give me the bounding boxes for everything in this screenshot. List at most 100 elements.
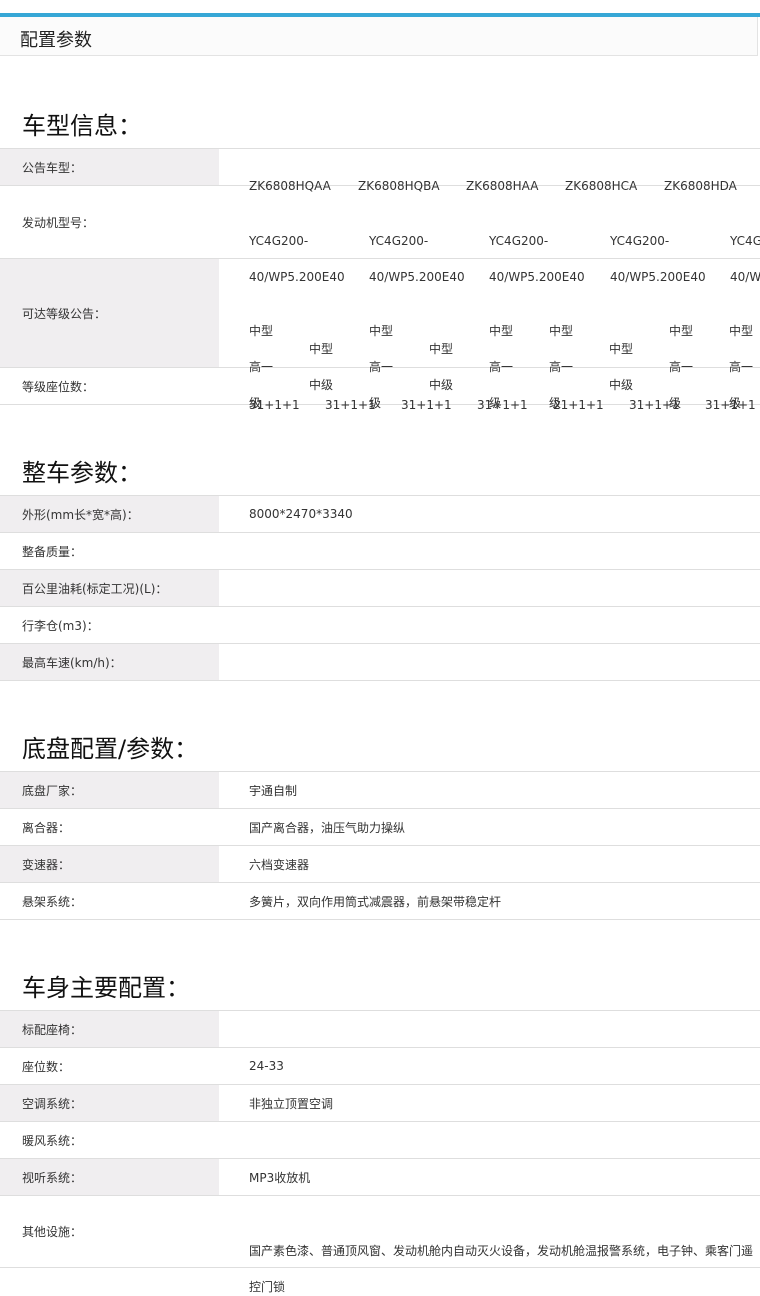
- model-code: ZK6808HCA: [565, 179, 638, 193]
- engine-code: 40/WP5.200E40: [489, 270, 585, 284]
- table-row: 底盘厂家： 宇通自制: [0, 771, 760, 809]
- grade-text: 高一: [489, 360, 514, 374]
- grade-text: 高一: [249, 360, 274, 374]
- row-label: 悬架系统：: [0, 882, 219, 920]
- section-body: 车身主要配置：: [0, 968, 190, 1003]
- row-value: 多簧片，双向作用筒式减震器，前悬架带稳定杆: [219, 882, 760, 920]
- row-label: 离合器：: [0, 808, 219, 846]
- row-label: 标配座椅：: [0, 1010, 219, 1048]
- grade-text: 中型: [549, 324, 574, 338]
- seat-count: 31+1+1: [249, 398, 300, 412]
- table-row: 外形(mm长*宽*高)： 8000*2470*3340: [0, 495, 760, 533]
- page-header: 配置参数: [0, 17, 758, 56]
- row-label: 公告车型：: [0, 148, 219, 186]
- row-label: 外形(mm长*宽*高)：: [0, 495, 219, 533]
- table-row: 标配座椅：: [0, 1010, 760, 1048]
- section-chassis: 底盘配置/参数：: [0, 729, 198, 764]
- seat-count: 31+1+1: [705, 398, 756, 412]
- row-value: 国产素色漆、普通顶风窗、发动机舱内自动灭火设备，发动机舱温报警系统，电子钟、乘客…: [249, 1243, 754, 1258]
- seat-count: 31+1+1: [325, 398, 376, 412]
- engine-code: YC4G200-: [369, 234, 429, 248]
- section-vehicle: 整车参数：: [0, 453, 142, 488]
- row-label: 变速器：: [0, 845, 219, 883]
- row-label: 空调系统：: [0, 1084, 219, 1122]
- page-title: 配置参数: [20, 30, 92, 51]
- grade-text: 高一: [369, 360, 394, 374]
- row-value: [219, 569, 760, 607]
- engine-code: YC4G: [730, 234, 760, 248]
- section-model: 车型信息：: [0, 106, 142, 141]
- grade-text: 中级: [429, 378, 454, 392]
- engine-code: 40/WP5.200E40: [249, 270, 345, 284]
- table-row: 百公里油耗(标定工况)(L)：: [0, 569, 760, 607]
- table-row: 暖风系统：: [0, 1121, 760, 1159]
- row-label: 发动机型号：: [0, 185, 219, 259]
- row-value: 宇通自制: [219, 771, 760, 809]
- grade-text: 中型: [609, 342, 634, 356]
- grade-text: 高一: [669, 360, 694, 374]
- section-title-body: 车身主要配置：: [22, 974, 190, 1002]
- body-table: 标配座椅： 座位数： 24-33 空调系统： 非独立顶置空调 暖风系统： 视听系…: [0, 1010, 760, 1294]
- row-value: 8000*2470*3340: [219, 495, 760, 533]
- row-value: MP3收放机: [219, 1158, 760, 1196]
- model-code: ZK6808HDA: [664, 179, 737, 193]
- model-code: ZK6808HAA: [466, 179, 539, 193]
- grade-text: 中型: [729, 324, 754, 338]
- table-row: 最高车速(km/h)：: [0, 643, 760, 681]
- grade-text: 中型: [249, 324, 274, 338]
- row-label: 可达等级公告：: [0, 258, 219, 368]
- seat-count: 31+1+1: [401, 398, 452, 412]
- engine-code: YC4G200-: [489, 234, 549, 248]
- table-row: 离合器： 国产离合器，油压气助力操纵: [0, 808, 760, 846]
- engine-code: 40/WP5.200E40: [610, 270, 706, 284]
- row-label: 最高车速(km/h)：: [0, 643, 219, 681]
- table-row: 整备质量：: [0, 532, 760, 570]
- seat-count: 31+1+1: [629, 398, 680, 412]
- row-value: 国产离合器，油压气助力操纵: [219, 808, 760, 846]
- row-value: [219, 606, 760, 644]
- row-value: [219, 1121, 760, 1159]
- grade-text: 中型: [369, 324, 394, 338]
- engine-code: 40/W: [730, 270, 760, 284]
- table-row: 其他设施： 国产素色漆、普通顶风窗、发动机舱内自动灭火设备，发动机舱温报警系统，…: [0, 1195, 760, 1294]
- grade-text: 中型: [309, 342, 334, 356]
- engine-code: YC4G200-: [249, 234, 309, 248]
- grade-text: 中级: [309, 378, 334, 392]
- row-value: 24-33: [219, 1047, 760, 1085]
- model-code: ZK6808HQBA: [358, 179, 440, 193]
- row-label: 视听系统：: [0, 1158, 219, 1196]
- row-label: 百公里油耗(标定工况)(L)：: [0, 569, 219, 607]
- model-code: ZK6808HQAA: [249, 179, 331, 193]
- row-value: [219, 643, 760, 681]
- row-value: 非独立顶置空调: [219, 1084, 760, 1122]
- section-title-chassis: 底盘配置/参数：: [22, 735, 199, 763]
- row-label: 等级座位数：: [0, 367, 219, 405]
- table-row: 行李仓(m3)：: [0, 606, 760, 644]
- row-label: 其他设施：: [0, 1195, 219, 1268]
- row-value: 控门锁: [249, 1279, 286, 1294]
- grade-text: 中级: [609, 378, 634, 392]
- row-value: [219, 532, 760, 570]
- table-row: 悬架系统： 多簧片，双向作用筒式减震器，前悬架带稳定杆: [0, 882, 760, 920]
- table-row: 变速器： 六档变速器: [0, 845, 760, 883]
- seat-count: 21+1+1: [553, 398, 604, 412]
- chassis-table: 底盘厂家： 宇通自制 离合器： 国产离合器，油压气助力操纵 变速器： 六档变速器…: [0, 771, 760, 920]
- row-label: 座位数：: [0, 1047, 219, 1085]
- vehicle-table: 外形(mm长*宽*高)： 8000*2470*3340 整备质量： 百公里油耗(…: [0, 495, 760, 681]
- seat-count: 31+1+1: [477, 398, 528, 412]
- table-row: 发动机型号： YC4G200- YC4G200- YC4G200- YC4G20…: [0, 185, 760, 284]
- row-label: 底盘厂家：: [0, 771, 219, 809]
- table-row: 空调系统： 非独立顶置空调: [0, 1084, 760, 1122]
- model-table: 公告车型： ZK6808HQAA ZK6808HQBA ZK6808HAA ZK…: [0, 148, 760, 412]
- grade-text: 中型: [429, 342, 454, 356]
- row-label: 行李仓(m3)：: [0, 606, 219, 644]
- grade-text: 高一: [549, 360, 574, 374]
- row-label: 整备质量：: [0, 532, 219, 570]
- engine-code: 40/WP5.200E40: [369, 270, 465, 284]
- engine-code: YC4G200-: [610, 234, 670, 248]
- table-row: 公告车型： ZK6808HQAA ZK6808HQBA ZK6808HAA ZK…: [0, 148, 760, 193]
- grade-text: 高一: [729, 360, 754, 374]
- row-value: [219, 1010, 760, 1048]
- row-value: 六档变速器: [219, 845, 760, 883]
- table-row: 视听系统： MP3收放机: [0, 1158, 760, 1196]
